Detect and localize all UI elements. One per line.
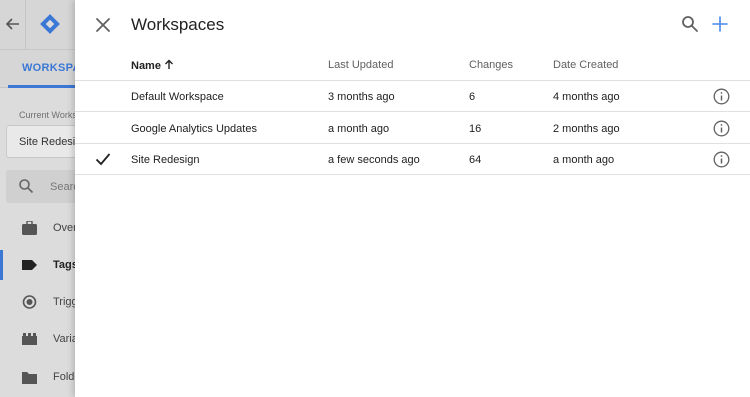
workspace-last-updated: a month ago: [328, 123, 390, 135]
trigger-icon: [22, 295, 37, 309]
search-icon[interactable]: [681, 15, 699, 33]
briefcase-icon: [22, 221, 37, 235]
sidebar-item-folders[interactable]: Folders: [0, 362, 90, 392]
back-arrow-icon[interactable]: [5, 14, 21, 34]
info-icon[interactable]: [713, 120, 730, 137]
variables-icon: [22, 333, 37, 345]
folder-icon: [22, 372, 37, 384]
column-header-date-created[interactable]: Date Created: [553, 59, 618, 71]
workspaces-panel: Workspaces Name Last Updated Changes Dat…: [75, 0, 750, 397]
workspace-name: Default Workspace: [131, 91, 224, 103]
workspace-date-created: 4 months ago: [553, 91, 620, 103]
table-row[interactable]: Default Workspace 3 months ago 6 4 month…: [75, 81, 750, 112]
column-header-name[interactable]: Name: [131, 59, 174, 72]
workspace-changes: 6: [469, 91, 476, 103]
column-header-last-updated[interactable]: Last Updated: [328, 59, 393, 71]
search-icon: [19, 179, 34, 194]
check-icon: [95, 153, 111, 166]
workspace-name: Site Redesign: [131, 154, 200, 166]
close-icon[interactable]: [94, 16, 112, 34]
workspace-last-updated: a few seconds ago: [328, 154, 420, 166]
tag-icon: [22, 260, 37, 270]
workspace-changes: 64: [469, 154, 482, 166]
workspace-date-created: 2 months ago: [553, 123, 620, 135]
workspace-last-updated: 3 months ago: [328, 91, 395, 103]
column-header-label: Name: [131, 60, 161, 72]
sidebar-item-tags[interactable]: Tags: [0, 250, 80, 280]
sidebar-item-variables[interactable]: Variables: [0, 324, 98, 354]
workspace-changes: 16: [469, 123, 482, 135]
panel-title: Workspaces: [131, 15, 225, 34]
sidebar-item-overview[interactable]: Overview: [0, 213, 99, 243]
arrow-up-icon: [164, 59, 173, 69]
column-header-changes[interactable]: Changes: [469, 59, 513, 71]
workspace-date-created: a month ago: [553, 154, 615, 166]
workspace-name: Google Analytics Updates: [131, 123, 257, 135]
gtm-logo-icon: [40, 14, 60, 34]
info-icon[interactable]: [713, 88, 730, 105]
top-bar-divider: [25, 0, 26, 50]
table-row[interactable]: Google Analytics Updates a month ago 16 …: [75, 113, 750, 144]
sidebar-item-triggers[interactable]: Triggers: [0, 287, 93, 317]
table-row[interactable]: Site Redesign a few seconds ago 64 a mon…: [75, 144, 750, 175]
add-icon[interactable]: [711, 15, 729, 33]
info-icon[interactable]: [713, 151, 730, 168]
